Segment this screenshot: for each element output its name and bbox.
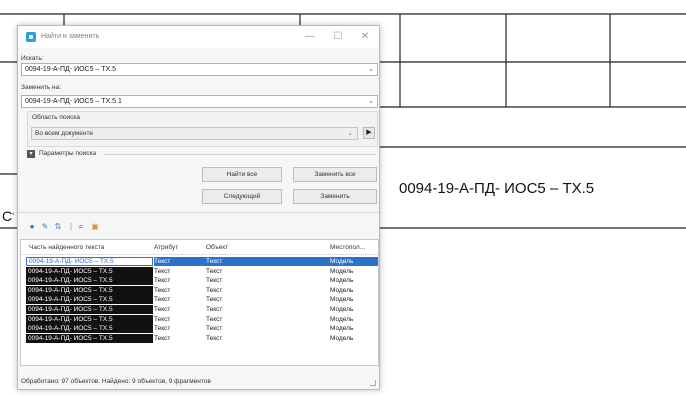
chevron-down-icon[interactable]: ⌄: [348, 128, 353, 139]
table-row[interactable]: 0094-19-А-ПД- ИОС5 – ТХ.5 Текст Текст Модел…: [21, 266, 378, 276]
table-row[interactable]: 0094-19-А-ПД- ИОС5 – ТХ.5 Текст Текст Модел…: [21, 314, 378, 324]
table-row[interactable]: 0094-19-А-ПД- ИОС5 – ТХ.5 Текст Текст Модел…: [21, 285, 378, 295]
find-value: 0094-19-А-ПД- ИОС5 – ТХ.5: [25, 66, 117, 73]
cell-fragment: 0094-19-А-ПД- ИОС5 – ТХ.5: [26, 305, 153, 314]
chevron-down-icon[interactable]: ⌄: [368, 64, 374, 75]
cell-object: Текст: [206, 315, 223, 323]
results-table[interactable]: Часть найденного текста Атрибут Объект М…: [20, 239, 379, 366]
toolbar-separator: |: [69, 222, 73, 231]
cell-attribute: Текст: [154, 277, 171, 285]
scope-label: Область поиска: [32, 114, 80, 121]
cell-fragment: 0094-19-А-ПД- ИОС5 – ТХ.5: [26, 295, 153, 305]
replace-label: Заменить на:: [21, 84, 62, 91]
status-bar-text: Обработано: 97 объектов. Найдено: 9 объе…: [21, 378, 211, 385]
cell-location: Модель: [330, 306, 354, 313]
cell-fragment: 0094-19-А-ПД- ИОС5 – ТХ.5: [26, 333, 153, 343]
cell-object: Текст: [206, 286, 223, 294]
search-scope-group: Область поиска Во всем документе ⌄ ▶: [27, 111, 378, 147]
find-replace-dialog: Найти и заменить — ☐ ✕ Искать: 0094-19-А…: [17, 25, 380, 390]
edit-icon[interactable]: ✎: [40, 222, 50, 232]
table-row[interactable]: 0094-19-А-ПД- ИОС5 – ТХ.5 Текст Текст Модел…: [21, 305, 378, 314]
cell-location: Модель: [330, 277, 354, 285]
cell-location: Модель: [330, 334, 354, 342]
cell-attribute: Текст: [154, 315, 171, 323]
cell-attribute: Текст: [154, 325, 171, 333]
cell-object: Текст: [206, 277, 223, 285]
replace-value: 0094-19-А-ПД- ИОС5 – ТХ.5.1: [25, 98, 122, 105]
cell-fragment: 0094-19-А-ПД- ИОС5 – ТХ.5: [26, 266, 153, 276]
chevron-down-icon[interactable]: ⌄: [368, 96, 374, 107]
cell-attribute: Текст: [154, 296, 171, 304]
cell-object: Текст: [206, 325, 223, 333]
scope-combobox[interactable]: Во всем документе ⌄: [31, 127, 358, 140]
cell-object: Текст: [206, 267, 223, 275]
params-label: Параметры поиска: [39, 150, 97, 157]
results-header: Часть найденного текста Атрибут Объект М…: [21, 240, 378, 255]
cell-attribute: Текст: [154, 286, 171, 294]
cell-attribute: Текст: [154, 306, 171, 313]
toolbar-divider: [18, 212, 379, 213]
cell-fragment: 0094-19-А-ПД- ИОС5 – ТХ.5: [26, 314, 153, 324]
cell-fragment: 0094-19-А-ПД- ИОС5 – ТХ.5: [26, 257, 153, 266]
cell-fragment: 0094-19-А-ПД- ИОС5 – ТХ.5: [26, 285, 153, 295]
cell-location: Модель: [330, 296, 354, 304]
scope-value: Во всем документе: [35, 130, 93, 137]
table-row[interactable]: 0094-19-А-ПД- ИОС5 – ТХ.5 Текст Текст Модел…: [21, 276, 378, 286]
cell-location: Модель: [330, 325, 354, 333]
column-header-fragment[interactable]: Часть найденного текста: [29, 244, 104, 251]
filter-icon[interactable]: ⇅: [53, 222, 63, 232]
drawing-text-label[interactable]: 0094-19-А-ПД- ИОС5 – ТХ.5: [399, 180, 594, 197]
replace-all-button[interactable]: Заменить все: [293, 167, 377, 182]
find-label: Искать:: [21, 55, 44, 62]
find-all-button[interactable]: Найти все: [202, 167, 282, 182]
select-objects-icon[interactable]: ▣: [90, 222, 100, 232]
replace-combobox[interactable]: 0094-19-А-ПД- ИОС5 – ТХ.5.1 ⌄: [21, 95, 378, 108]
table-row[interactable]: 0094-19-А-ПД- ИОС5 – ТХ.5 Текст Текст Модел…: [21, 324, 378, 334]
column-header-location[interactable]: Местопол...: [330, 244, 365, 251]
cell-attribute: Текст: [154, 258, 171, 265]
play-arrow-icon[interactable]: ▶: [363, 127, 375, 139]
table-row[interactable]: 0094-19-А-ПД- ИОС5 – ТХ.5 Текст Текст Модел…: [21, 333, 378, 343]
cell-object: Текст: [206, 258, 223, 265]
resize-grip-icon[interactable]: [370, 380, 376, 386]
cell-location: Модель: [330, 258, 354, 265]
find-next-button[interactable]: Следующий: [202, 189, 282, 204]
column-header-attribute[interactable]: Атрибут: [154, 244, 178, 251]
params-divider: [104, 154, 377, 155]
zoom-icon[interactable]: ⌕: [76, 222, 86, 232]
expand-toggle-icon[interactable]: ▾: [27, 150, 35, 158]
table-row[interactable]: 0094-19-А-ПД- ИОС5 – ТХ.5 Текст Текст Модел…: [21, 295, 378, 305]
help-icon[interactable]: ●: [27, 222, 37, 232]
table-row[interactable]: 0094-19-А-ПД- ИОС5 – ТХ.5 Текст Текст Модел…: [21, 257, 378, 266]
cell-fragment: 0094-19-А-ПД- ИОС5 – ТХ.5: [26, 324, 153, 334]
cell-object: Текст: [206, 296, 223, 304]
app-icon: [26, 32, 36, 42]
cell-location: Модель: [330, 267, 354, 275]
find-combobox[interactable]: 0094-19-А-ПД- ИОС5 – ТХ.5 ⌄: [21, 63, 378, 76]
drawing-text-clipped: Ст: [2, 208, 14, 224]
maximize-button[interactable]: ☐: [329, 30, 347, 44]
cell-object: Текст: [206, 306, 223, 313]
cell-location: Модель: [330, 315, 354, 323]
dialog-title: Найти и заменить: [41, 33, 100, 40]
cell-location: Модель: [330, 286, 354, 294]
cell-attribute: Текст: [154, 267, 171, 275]
close-button[interactable]: ✕: [356, 30, 374, 44]
column-header-object[interactable]: Объект: [206, 244, 228, 251]
minimize-button[interactable]: —: [301, 30, 319, 44]
cell-object: Текст: [206, 334, 223, 342]
cell-attribute: Текст: [154, 334, 171, 342]
replace-button[interactable]: Заменить: [293, 189, 377, 204]
dialog-titlebar[interactable]: Найти и заменить — ☐ ✕: [18, 26, 379, 48]
cell-fragment: 0094-19-А-ПД- ИОС5 – ТХ.5: [26, 276, 153, 286]
